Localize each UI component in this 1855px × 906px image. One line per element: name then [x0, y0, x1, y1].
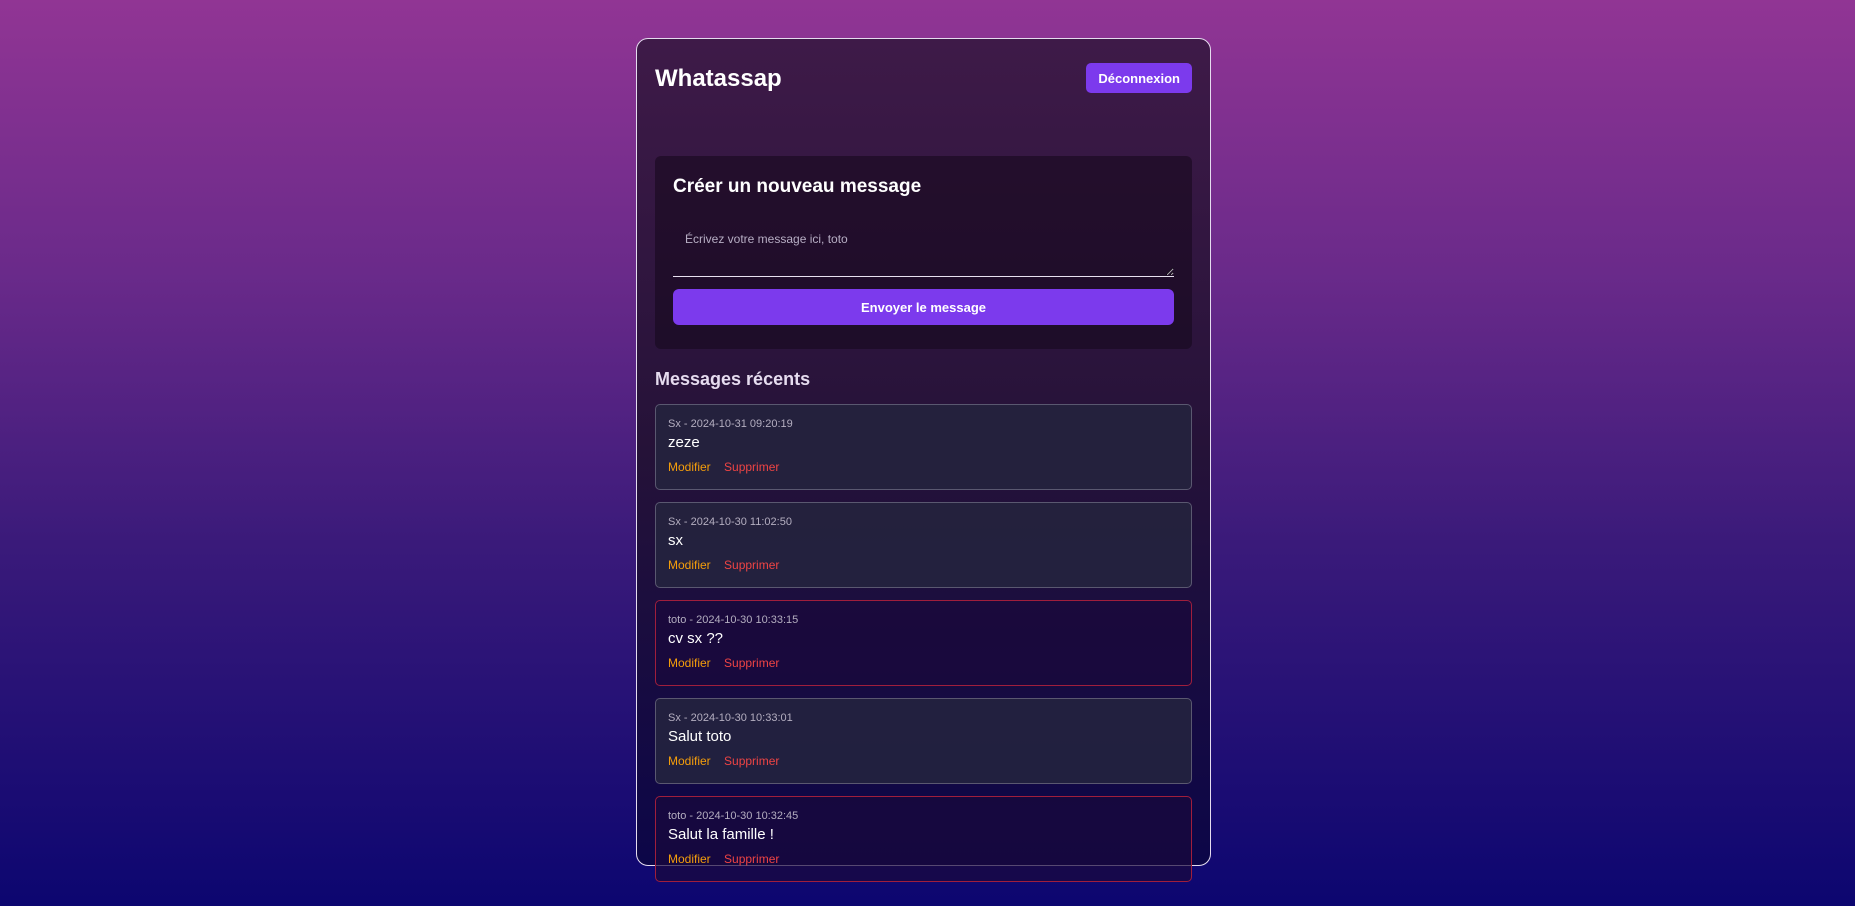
message-meta: Sx - 2024-10-30 10:33:01	[668, 712, 793, 724]
edit-message-link[interactable]: Modifier	[668, 852, 711, 866]
message-input[interactable]	[673, 222, 1174, 277]
app-container: Whatassap Déconnexion Créer un nouveau m…	[636, 38, 1211, 882]
message-actions: Modifier Supprimer	[668, 852, 1179, 866]
message-card: toto - 2024-10-30 10:32:45 Salut la fami…	[655, 796, 1192, 882]
message-text: Salut la famille !	[668, 826, 774, 843]
edit-message-link[interactable]: Modifier	[668, 558, 711, 572]
delete-message-link[interactable]: Supprimer	[724, 754, 779, 768]
delete-message-link[interactable]: Supprimer	[724, 852, 779, 866]
message-meta: toto - 2024-10-30 10:33:15	[668, 614, 799, 626]
message-text: zeze	[668, 434, 700, 451]
message-card: Sx - 2024-10-30 11:02:50 sx Modifier Sup…	[655, 502, 1192, 588]
message-actions: Modifier Supprimer	[668, 558, 1179, 572]
message-list: Sx - 2024-10-31 09:20:19 zeze Modifier S…	[655, 404, 1192, 882]
message-actions: Modifier Supprimer	[668, 754, 1179, 768]
app-title: Whatassap	[655, 65, 782, 92]
edit-message-link[interactable]: Modifier	[668, 460, 711, 474]
delete-message-link[interactable]: Supprimer	[724, 558, 779, 572]
send-message-button[interactable]: Envoyer le message	[673, 289, 1174, 325]
message-actions: Modifier Supprimer	[668, 460, 1179, 474]
message-text: cv sx ??	[668, 630, 724, 647]
message-meta: toto - 2024-10-30 10:32:45	[668, 810, 799, 822]
message-text: Salut toto	[668, 728, 732, 745]
message-card: toto - 2024-10-30 10:33:15 cv sx ?? Modi…	[655, 600, 1192, 686]
message-meta: Sx - 2024-10-30 11:02:50	[668, 516, 792, 528]
message-actions: Modifier Supprimer	[668, 656, 1179, 670]
delete-message-link[interactable]: Supprimer	[724, 656, 779, 670]
new-message-form: Créer un nouveau message Envoyer le mess…	[655, 156, 1192, 349]
edit-message-link[interactable]: Modifier	[668, 656, 711, 670]
message-meta: Sx - 2024-10-31 09:20:19	[668, 418, 793, 430]
message-card: Sx - 2024-10-31 09:20:19 zeze Modifier S…	[655, 404, 1192, 490]
recent-messages-title: Messages récents	[655, 369, 811, 389]
delete-message-link[interactable]: Supprimer	[724, 460, 779, 474]
edit-message-link[interactable]: Modifier	[668, 754, 711, 768]
message-text: sx	[668, 532, 683, 549]
new-message-title: Créer un nouveau message	[673, 176, 922, 197]
message-card: Sx - 2024-10-30 10:33:01 Salut toto Modi…	[655, 698, 1192, 784]
logout-button[interactable]: Déconnexion	[1086, 63, 1192, 93]
app-header: Whatassap Déconnexion	[655, 39, 1192, 156]
